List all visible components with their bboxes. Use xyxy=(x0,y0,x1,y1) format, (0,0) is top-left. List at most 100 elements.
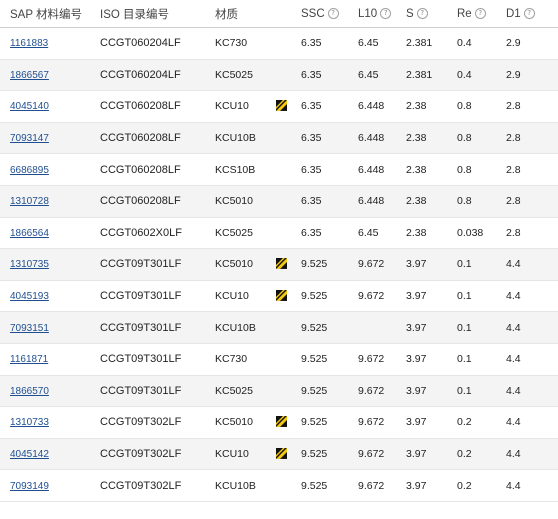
re-cell: 0.4 xyxy=(457,59,506,92)
table-row: 1161871 CCGT09T301LF KC730 9.525 9.672 3… xyxy=(0,343,558,376)
ssc-cell: 6.35 xyxy=(301,185,358,218)
grade-label: KCU10B xyxy=(215,321,256,334)
d1-cell: 4.4 xyxy=(506,375,558,408)
grade-label: KC5025 xyxy=(215,68,253,81)
table-row: 4045140 CCGT060208LF KCU10 6.35 6.448 2.… xyxy=(0,90,558,123)
iso-cell: CCGT060208LF xyxy=(100,90,215,123)
iso-cell: CCGT0602X0LF xyxy=(100,217,215,250)
l10-cell: 9.672 xyxy=(358,406,406,439)
sap-cell: 4045193 xyxy=(0,280,100,313)
grade-cell: KC5010 xyxy=(215,185,301,218)
grade-coating-icon xyxy=(276,447,287,459)
s-cell: 2.381 xyxy=(406,27,457,60)
re-cell: 0.1 xyxy=(457,311,506,344)
re-cell: 0.2 xyxy=(457,438,506,471)
table-row: 1866567 CCGT060204LF KC5025 6.35 6.45 2.… xyxy=(0,59,558,92)
iso-cell: CCGT09T302LF xyxy=(100,438,215,471)
sap-number-link[interactable]: 1310733 xyxy=(10,417,49,428)
sap-cell: 1161871 xyxy=(0,343,100,376)
sap-number-link[interactable]: 1866564 xyxy=(10,228,49,239)
ssc-cell: 9.525 xyxy=(301,469,358,502)
header-grade-label: 材质 xyxy=(215,8,238,21)
header-d1[interactable]: D1? xyxy=(506,0,558,28)
sap-cell: 7093149 xyxy=(0,469,100,502)
iso-cell: CCGT060208LF xyxy=(100,153,215,186)
table-header: SAP 材料编号 ISO 目录编号 材质 SSC? L10? S? Re? D1… xyxy=(0,0,558,28)
header-sap[interactable]: SAP 材料编号 xyxy=(0,0,100,28)
sap-number-link[interactable]: 1161883 xyxy=(10,38,48,49)
grade-label: KC5010 xyxy=(215,416,253,429)
grade-label: KC5025 xyxy=(215,226,253,239)
l10-cell: 6.448 xyxy=(358,153,406,186)
sap-number-link[interactable]: 6686895 xyxy=(10,165,49,176)
sap-number-link[interactable]: 7093149 xyxy=(10,481,49,492)
info-icon[interactable]: ? xyxy=(327,8,339,19)
table-row: 1310733 CCGT09T302LF KC5010 9.525 9.672 … xyxy=(0,406,558,439)
grade-cell: KCU10B xyxy=(215,469,301,502)
sap-number-link[interactable]: 1866570 xyxy=(10,386,49,397)
grade-cell: KCU10B xyxy=(215,122,301,155)
header-grade[interactable]: 材质 xyxy=(215,0,301,28)
sap-number-link[interactable]: 4045193 xyxy=(10,291,49,302)
s-cell: 2.38 xyxy=(406,217,457,250)
sap-number-link[interactable]: 1310735 xyxy=(10,259,49,270)
s-cell: 2.38 xyxy=(406,122,457,155)
header-s-label: S xyxy=(406,7,414,20)
header-ssc-label: SSC xyxy=(301,7,325,20)
grade-label: KCU10B xyxy=(215,132,256,145)
s-cell: 3.97 xyxy=(406,311,457,344)
sap-number-link[interactable]: 4045142 xyxy=(10,449,49,460)
grade-cell: KC5025 xyxy=(215,375,301,408)
info-icon[interactable]: ? xyxy=(474,8,486,19)
header-d1-label: D1 xyxy=(506,7,521,20)
l10-cell: 6.45 xyxy=(358,59,406,92)
table-body: 1161883 CCGT060204LF KC730 6.35 6.45 2.3… xyxy=(0,27,558,502)
sap-number-link[interactable]: 7093151 xyxy=(10,323,49,334)
info-icon[interactable]: ? xyxy=(380,8,392,19)
table-row: 7093151 CCGT09T301LF KCU10B 9.525 3.97 0… xyxy=(0,311,558,344)
d1-cell: 2.8 xyxy=(506,122,558,155)
d1-cell: 2.8 xyxy=(506,217,558,250)
l10-cell: 6.448 xyxy=(358,90,406,123)
sap-number-link[interactable]: 1866567 xyxy=(10,70,49,81)
header-s[interactable]: S? xyxy=(406,0,457,28)
d1-cell: 2.8 xyxy=(506,153,558,186)
grade-label: KC5010 xyxy=(215,258,253,271)
re-cell: 0.1 xyxy=(457,248,506,281)
d1-cell: 2.8 xyxy=(506,185,558,218)
d1-cell: 4.4 xyxy=(506,280,558,313)
d1-cell: 4.4 xyxy=(506,343,558,376)
sap-cell: 1310733 xyxy=(0,406,100,439)
sap-number-link[interactable]: 7093147 xyxy=(10,133,49,144)
header-re[interactable]: Re? xyxy=(457,0,506,28)
header-ssc[interactable]: SSC? xyxy=(301,0,358,28)
grade-coating-icon xyxy=(276,289,287,301)
grade-cell: KC5010 xyxy=(215,248,301,281)
iso-cell: CCGT09T301LF xyxy=(100,280,215,313)
grade-cell: KCU10 xyxy=(215,438,301,471)
d1-cell: 4.4 xyxy=(506,469,558,502)
d1-cell: 2.8 xyxy=(506,90,558,123)
l10-cell: 9.672 xyxy=(358,248,406,281)
info-icon[interactable]: ? xyxy=(523,8,535,19)
s-cell: 2.38 xyxy=(406,153,457,186)
header-l10[interactable]: L10? xyxy=(358,0,406,28)
header-iso[interactable]: ISO 目录编号 xyxy=(100,0,215,28)
sap-cell: 1866567 xyxy=(0,59,100,92)
ssc-cell: 9.525 xyxy=(301,406,358,439)
table-row: 7093147 CCGT060208LF KCU10B 6.35 6.448 2… xyxy=(0,122,558,155)
info-icon[interactable]: ? xyxy=(416,8,428,19)
iso-cell: CCGT09T302LF xyxy=(100,406,215,439)
iso-cell: CCGT09T301LF xyxy=(100,311,215,344)
sap-cell: 1310728 xyxy=(0,185,100,218)
sap-number-link[interactable]: 1310728 xyxy=(10,196,49,207)
header-iso-label: ISO 目录编号 xyxy=(100,8,170,21)
l10-cell: 9.672 xyxy=(358,375,406,408)
sap-number-link[interactable]: 4045140 xyxy=(10,101,49,112)
s-cell: 3.97 xyxy=(406,469,457,502)
l10-cell: 6.448 xyxy=(358,185,406,218)
grade-cell: KCU10 xyxy=(215,280,301,313)
sap-number-link[interactable]: 1161871 xyxy=(10,354,48,365)
re-cell: 0.2 xyxy=(457,469,506,502)
table-row: 7093149 CCGT09T302LF KCU10B 9.525 9.672 … xyxy=(0,469,558,502)
